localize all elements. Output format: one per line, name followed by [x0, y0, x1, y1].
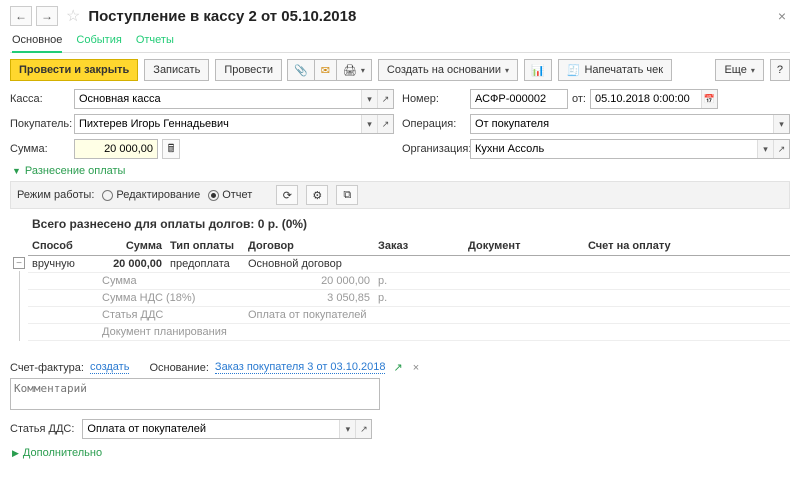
col-method[interactable]: Способ: [28, 237, 98, 256]
dropdown-icon[interactable]: ▾: [757, 140, 773, 158]
refresh-icon[interactable]: ⟳: [276, 185, 298, 205]
attach-icon[interactable]: 📎: [287, 59, 315, 81]
label-number: Номер:: [402, 93, 462, 105]
input-number[interactable]: [470, 89, 568, 109]
chevron-right-icon: ▶: [12, 448, 19, 459]
dropdown-icon[interactable]: ▾: [339, 420, 355, 438]
label-operation: Операция:: [402, 118, 462, 130]
report-icon[interactable]: 📊: [524, 59, 552, 81]
col-contract[interactable]: Договор: [244, 237, 374, 256]
more-button[interactable]: Еще▾: [715, 59, 763, 81]
input-dds-field[interactable]: [83, 420, 339, 438]
radio-report-mode[interactable]: Отчет: [208, 189, 252, 201]
col-sum[interactable]: Сумма: [98, 237, 166, 256]
label-org: Организация:: [402, 143, 462, 155]
post-and-close-button[interactable]: Провести и закрыть: [10, 59, 138, 81]
comment-textarea[interactable]: [10, 378, 380, 410]
sub-row-dds: Статья ДДС Оплата от покупателей: [28, 307, 790, 324]
calculator-icon[interactable]: 🖩: [162, 139, 180, 159]
label-sum: Сумма:: [10, 143, 66, 155]
open-icon[interactable]: ↗: [377, 115, 393, 133]
sub-row-plan: Документ планирования: [28, 324, 790, 341]
input-date-field[interactable]: [591, 90, 701, 108]
input-operation-field[interactable]: [471, 115, 773, 133]
help-button[interactable]: ?: [770, 59, 790, 81]
open-icon[interactable]: ↗: [377, 90, 393, 108]
print-receipt-button[interactable]: 🧾Напечатать чек: [558, 59, 672, 81]
tab-main[interactable]: Основное: [12, 34, 62, 53]
settings-icon[interactable]: ⚙: [306, 185, 328, 205]
input-buyer-field[interactable]: [75, 115, 361, 133]
label-mode: Режим работы:: [17, 189, 94, 201]
create-based-on-button[interactable]: Создать на основании▾: [378, 59, 518, 81]
favorite-star-icon[interactable]: ☆: [66, 6, 80, 26]
save-button[interactable]: Записать: [144, 59, 209, 81]
table-row[interactable]: вручную 20 000,00 предоплата Основной до…: [28, 256, 790, 273]
sub-row-vat: Сумма НДС (18%) 3 050,85 р.: [28, 290, 790, 307]
input-operation[interactable]: ▾: [470, 114, 790, 134]
nav-back-button[interactable]: ←: [10, 6, 32, 26]
tabs-bar: Основное События Отчеты: [10, 30, 790, 53]
input-dds[interactable]: ▾ ↗: [82, 419, 372, 439]
post-button[interactable]: Провести: [215, 59, 282, 81]
dropdown-icon[interactable]: ▾: [361, 115, 377, 133]
col-order[interactable]: Заказ: [374, 237, 464, 256]
additional-section-toggle[interactable]: ▶ Дополнительно: [12, 447, 790, 459]
label-buyer: Покупатель:: [10, 118, 66, 130]
calendar-icon[interactable]: 📅: [701, 90, 717, 108]
chevron-down-icon: ▼: [12, 166, 21, 176]
allocation-section-title: Разнесение оплаты: [25, 165, 126, 177]
tab-events[interactable]: События: [76, 34, 121, 46]
input-org[interactable]: ▾ ↗: [470, 139, 790, 159]
input-buyer[interactable]: ▾ ↗: [74, 114, 394, 134]
open-icon[interactable]: ↗: [773, 140, 789, 158]
input-cash-field[interactable]: [75, 90, 361, 108]
dropdown-icon[interactable]: ▾: [361, 90, 377, 108]
filter-icon[interactable]: ⧉: [336, 185, 358, 205]
dropdown-icon[interactable]: ▾: [773, 115, 789, 133]
tab-reports[interactable]: Отчеты: [136, 34, 174, 46]
allocation-summary: Всего разнесено для оплаты долгов: 0 р. …: [32, 217, 790, 231]
input-number-field[interactable]: [471, 90, 567, 108]
toolbar: Провести и закрыть Записать Провести 📎 ✉…: [10, 59, 790, 81]
page-title: Поступление в кассу 2 от 05.10.2018: [88, 8, 356, 25]
input-cash[interactable]: ▾ ↗: [74, 89, 394, 109]
allocation-table: Способ Сумма Тип оплаты Договор Заказ До…: [28, 237, 790, 341]
open-icon[interactable]: ↗: [355, 420, 371, 438]
col-paytype[interactable]: Тип оплаты: [166, 237, 244, 256]
input-date[interactable]: 📅: [590, 89, 718, 109]
sub-row-sum: Сумма 20 000,00 р.: [28, 273, 790, 290]
collapse-row-icon[interactable]: −: [13, 257, 25, 269]
allocation-section-toggle[interactable]: ▼ Разнесение оплаты: [12, 165, 790, 177]
mail-icon[interactable]: ✉: [314, 59, 337, 81]
nav-forward-button[interactable]: →: [36, 6, 58, 26]
clear-basis-icon[interactable]: ×: [413, 362, 419, 374]
input-org-field[interactable]: [471, 140, 757, 158]
label-cash: Касса:: [10, 93, 66, 105]
create-invoice-link[interactable]: создать: [90, 361, 129, 374]
input-sum[interactable]: [74, 139, 158, 159]
radio-edit-mode[interactable]: Редактирование: [102, 189, 200, 201]
label-invoice: Счет-фактура:: [10, 362, 84, 374]
additional-section-label: Дополнительно: [23, 447, 102, 459]
open-basis-icon[interactable]: ↗: [393, 361, 402, 374]
basis-document-link[interactable]: Заказ покупателя 3 от 03.10.2018: [215, 361, 386, 374]
label-date-from: от:: [572, 93, 586, 105]
print-icon[interactable]: 🖨▾: [336, 59, 372, 81]
close-icon[interactable]: ×: [774, 8, 790, 24]
label-basis: Основание:: [149, 362, 208, 374]
label-dds: Статья ДДС:: [10, 423, 74, 435]
col-document[interactable]: Документ: [464, 237, 584, 256]
col-invoice[interactable]: Счет на оплату: [584, 237, 790, 256]
